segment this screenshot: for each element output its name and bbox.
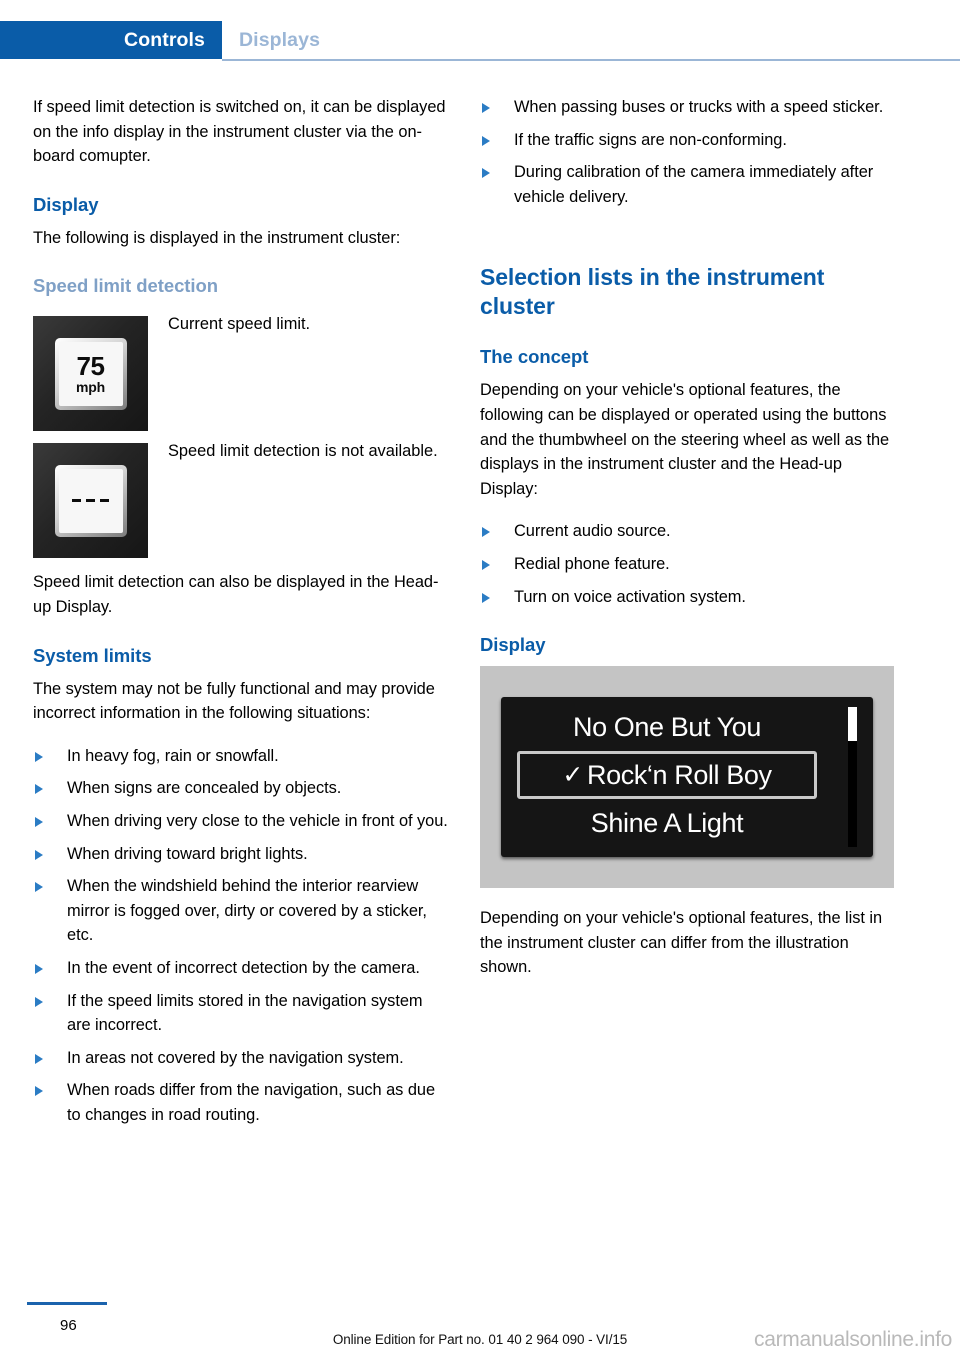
bullet-item: In the event of incorrect detection by t… [33, 956, 448, 981]
header-divider [222, 59, 960, 61]
triangle-bullet-icon [35, 1053, 43, 1064]
concept-bullet-list: Current audio source. Redial phone featur… [480, 519, 898, 609]
concept-paragraph: Depending on your vehicle's optional fea… [480, 381, 890, 498]
watermark: carmanualsonline.info [754, 1328, 952, 1351]
triangle-bullet-icon [35, 1086, 43, 1097]
cluster-list-item-label: Rock‘n Roll Boy [586, 760, 772, 791]
bullet-item: When driving toward bright lights. [33, 842, 448, 867]
scrollbar-thumb[interactable] [848, 707, 857, 742]
checkmark-icon: ✓ [562, 761, 583, 790]
bullet-item: In heavy fog, rain or snowfall. [33, 744, 448, 769]
sign-bezel: 75 mph [54, 337, 127, 410]
cluster-list-item-label: Shine A Light [590, 808, 744, 839]
figure-current-speed-limit: 75 mph Current speed limit. [33, 315, 448, 434]
cluster-list-item-selected[interactable]: ✓ Rock‘n Roll Boy [517, 751, 817, 800]
triangle-bullet-icon [35, 751, 43, 762]
left-column: If speed limit detection is switched on,… [33, 95, 448, 1127]
heading-display: Display [33, 193, 99, 215]
right-column: When passing buses or trucks with a spee… [480, 95, 898, 980]
figure-speed-limit-unavailable: Speed limit detection is not available. [33, 442, 448, 561]
cluster-list-item[interactable]: Shine A Light [517, 799, 817, 847]
cluster-selection-list: No One But You ✓ Rock‘n Roll Boy Shine A Li… [517, 703, 817, 847]
heading-the-concept: The concept [480, 346, 589, 368]
bullet-item: Redial phone feature. [480, 552, 898, 577]
heading-system-limits: System limits [33, 644, 152, 666]
triangle-bullet-icon [482, 135, 490, 146]
triangle-bullet-icon [35, 996, 43, 1007]
triangle-bullet-icon [35, 816, 43, 827]
system-limits-paragraph: The system may not be fully functional a… [33, 679, 435, 723]
figure-caption: Speed limit detection is not available. [168, 442, 438, 461]
bullet-text: Current audio source. [514, 522, 671, 541]
bullet-text: If the traffic signs are non-conforming. [514, 130, 787, 149]
bullet-text: When the windshield behind the interior … [67, 877, 427, 945]
instrument-cluster-screen: No One But You ✓ Rock‘n Roll Boy Shine A Li… [501, 697, 873, 858]
speed-limit-unavailable-icon [33, 443, 148, 559]
bullet-item: If the traffic signs are non-conforming. [480, 128, 898, 153]
bullet-text: In the event of incorrect detection by t… [67, 958, 420, 977]
sign-face [58, 468, 123, 533]
intro-paragraph: If speed limit detection is switched on,… [33, 98, 446, 166]
triangle-bullet-icon [35, 849, 43, 860]
triangle-bullet-icon [482, 559, 490, 570]
sign-speed-unit: mph [76, 379, 105, 396]
page-header: Controls Displays [0, 21, 960, 59]
system-limits-list: In heavy fog, rain or snowfall. When sign… [33, 744, 448, 1128]
footer-divider [27, 1302, 107, 1305]
bullet-item: When signs are concealed by objects. [33, 776, 448, 801]
bullet-text: When roads differ from the navigation, s… [67, 1081, 436, 1124]
sign-dashes-icon [72, 499, 109, 503]
instrument-cluster-figure: No One But You ✓ Rock‘n Roll Boy Shine A Li… [480, 666, 894, 889]
closing-paragraph: Depending on your vehicle's optional fea… [480, 909, 883, 977]
bullet-item: When the windshield behind the interior … [33, 874, 448, 948]
bullet-text: In heavy fog, rain or snowfall. [67, 746, 279, 765]
bullet-text: Redial phone feature. [514, 554, 670, 573]
bullet-item: If the speed limits stored in the naviga… [33, 989, 448, 1038]
bullet-item: When passing buses or trucks with a spee… [480, 95, 898, 120]
display-paragraph: The following is displayed in the instru… [33, 228, 401, 247]
bullet-item: When driving very close to the vehicle i… [33, 809, 448, 834]
heading-speed-limit-detection: Speed limit detection [33, 275, 219, 297]
speed-limit-sign-icon: 75 mph [33, 316, 148, 432]
bullet-item: When roads differ from the navigation, s… [33, 1078, 448, 1127]
bullet-text: If the speed limits stored in the naviga… [67, 991, 423, 1035]
sign-bezel [54, 464, 127, 537]
bullet-text: During calibration of the camera immedia… [514, 163, 874, 206]
tab-controls[interactable]: Controls [0, 21, 222, 59]
triangle-bullet-icon [35, 882, 43, 893]
heading-selection-lists: Selection lists in the instrument cluste… [480, 264, 825, 320]
sign-speed-value: 75 [76, 351, 105, 382]
triangle-bullet-icon [35, 963, 43, 974]
triangle-bullet-icon [482, 103, 490, 113]
tab-displays[interactable]: Displays [239, 21, 320, 59]
figure-caption: Current speed limit. [168, 315, 311, 334]
cluster-list-item[interactable]: No One But You [517, 703, 817, 751]
bullet-text: When signs are concealed by objects. [67, 779, 342, 798]
hud-paragraph: Speed limit detection can also be displa… [33, 573, 439, 616]
triangle-bullet-icon [482, 527, 490, 538]
bullet-text: When passing buses or trucks with a spee… [514, 98, 884, 116]
bullet-text: In areas not covered by the navigation s… [67, 1048, 404, 1067]
system-limits-continued-list: When passing buses or trucks with a spee… [480, 95, 898, 209]
triangle-bullet-icon [482, 168, 490, 179]
triangle-bullet-icon [35, 784, 43, 795]
cluster-list-item-label: No One But You [572, 712, 762, 743]
triangle-bullet-icon [482, 592, 490, 603]
bullet-text: When driving very close to the vehicle i… [67, 811, 448, 830]
heading-display-right: Display [480, 634, 546, 656]
bullet-item: In areas not covered by the navigation s… [33, 1046, 448, 1071]
sign-face: 75 mph [58, 341, 123, 406]
bullet-text: When driving toward bright lights. [67, 844, 308, 863]
bullet-item: During calibration of the camera immedia… [480, 160, 898, 209]
bullet-item: Turn on voice activation system. [480, 585, 898, 610]
bullet-text: Turn on voice activation system. [514, 587, 746, 606]
bullet-item: Current audio source. [480, 519, 898, 544]
